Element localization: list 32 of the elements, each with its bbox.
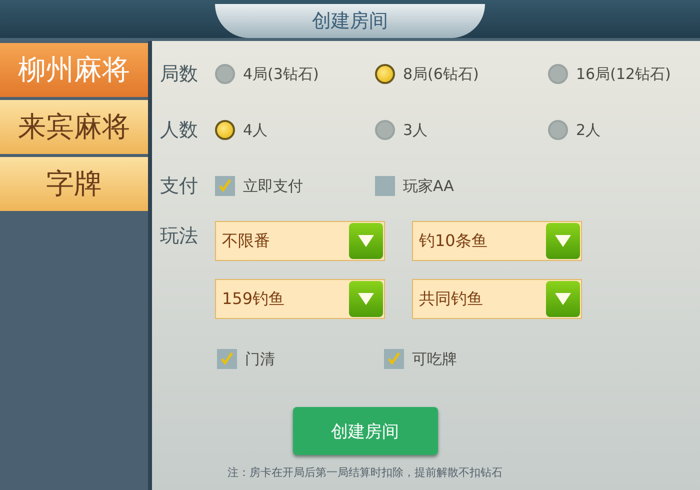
row-label: 局数	[160, 62, 199, 87]
checkbox[interactable]	[217, 349, 237, 369]
dropdown[interactable]: 共同钓鱼	[412, 279, 582, 319]
radio-button[interactable]	[548, 120, 568, 140]
dropdown[interactable]: 不限番	[215, 221, 385, 261]
option-label: 2人	[576, 120, 601, 140]
option-label: 16局(12钻石)	[576, 64, 671, 84]
checkbox[interactable]	[384, 349, 404, 369]
game-tab[interactable]: 来宾麻将	[0, 100, 148, 154]
checkbox[interactable]	[375, 176, 395, 196]
option-label: 3人	[403, 120, 428, 140]
option-label: 可吃牌	[412, 350, 457, 368]
dropdown[interactable]: 159钓鱼	[215, 279, 385, 319]
radio-button[interactable]	[375, 120, 395, 140]
option-label: 8局(6钻石)	[403, 64, 479, 84]
option-label: 门清	[245, 350, 275, 368]
window-title: 创建房间	[215, 4, 485, 38]
checkbox[interactable]	[215, 176, 235, 196]
radio-button[interactable]	[375, 64, 395, 84]
option-label: 立即支付	[243, 176, 303, 196]
row-label: 支付	[160, 174, 199, 199]
row-label: 玩法	[160, 224, 199, 249]
radio-button[interactable]	[215, 120, 235, 140]
row-label: 人数	[160, 118, 199, 143]
option-label: 玩家AA	[403, 176, 454, 196]
note-text: 注：房卡在开局后第一局结算时扣除，提前解散不扣钻石	[228, 465, 502, 480]
radio-button[interactable]	[215, 64, 235, 84]
option-label: 4人	[243, 120, 268, 140]
dropdown[interactable]: 钓10条鱼	[412, 221, 582, 261]
game-tab[interactable]: 字牌	[0, 157, 148, 211]
option-label: 4局(3钻石)	[243, 64, 319, 84]
radio-button[interactable]	[548, 64, 568, 84]
